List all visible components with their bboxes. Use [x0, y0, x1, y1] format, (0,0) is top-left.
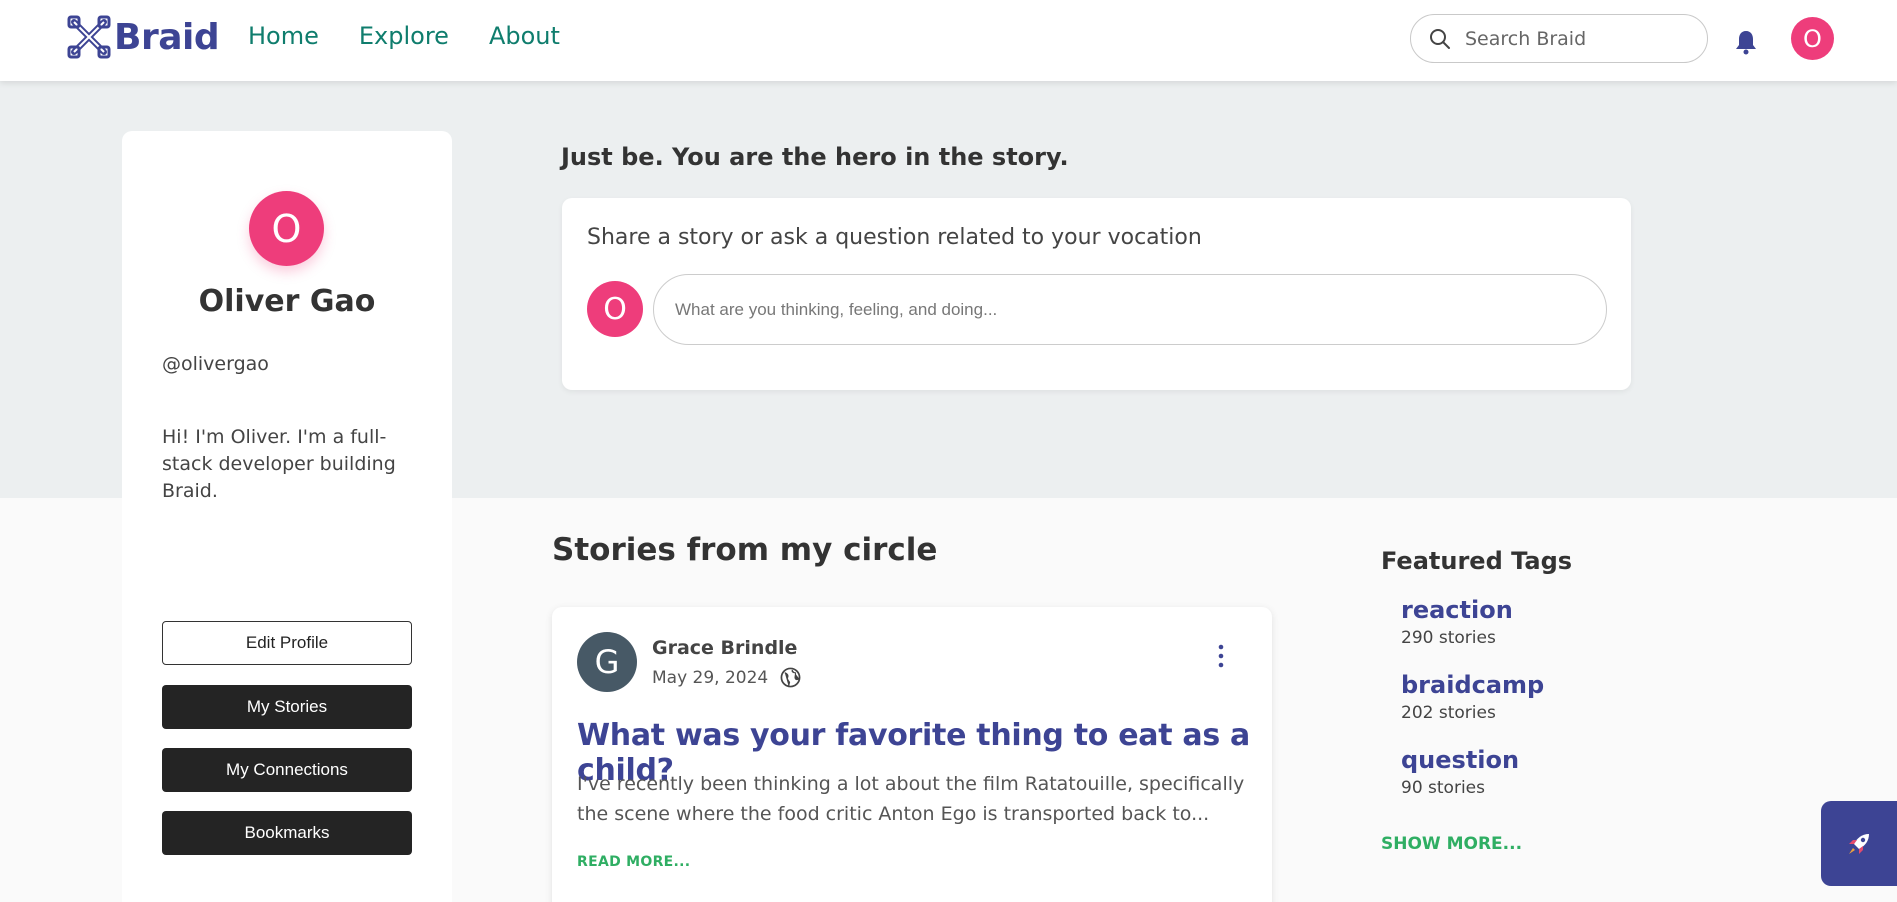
- composer-label: Share a story or ask a question related …: [587, 225, 1202, 250]
- more-options-icon[interactable]: [1216, 643, 1226, 669]
- nav-home-link[interactable]: Home: [248, 22, 319, 50]
- globe-icon: [780, 667, 801, 688]
- tag-link[interactable]: question: [1401, 746, 1519, 774]
- featured-tags-title: Featured Tags: [1381, 547, 1573, 575]
- profile-avatar: O: [249, 191, 324, 266]
- profile-name: Oliver Gao: [198, 284, 376, 319]
- read-more-link[interactable]: READ MORE...: [577, 854, 690, 870]
- composer-avatar: O: [587, 281, 643, 337]
- story-excerpt: I've recently been thinking a lot about …: [577, 773, 1245, 825]
- notification-bell-icon[interactable]: [1734, 29, 1758, 55]
- profile-bio: Hi! I'm Oliver. I'm a full-stack develop…: [162, 426, 396, 502]
- tag-item: braidcamp 202 stories: [1401, 671, 1544, 723]
- logo-text: Braid: [114, 16, 220, 58]
- tag-count: 290 stories: [1401, 628, 1496, 648]
- edit-profile-button[interactable]: Edit Profile: [162, 621, 412, 665]
- search-input[interactable]: [1465, 27, 1685, 50]
- story-meta: May 29, 2024: [652, 667, 801, 688]
- rocket-button[interactable]: [1821, 801, 1897, 886]
- tag-count: 90 stories: [1401, 778, 1485, 798]
- search-box[interactable]: [1410, 14, 1708, 63]
- stories-section-title: Stories from my circle: [552, 532, 938, 568]
- tag-item: reaction 290 stories: [1401, 596, 1513, 648]
- profile-card: O Oliver Gao @olivergao Hi! I'm Oliver. …: [122, 131, 452, 902]
- my-connections-button[interactable]: My Connections: [162, 748, 412, 792]
- story-composer: Share a story or ask a question related …: [562, 198, 1631, 390]
- story-card[interactable]: G Grace Brindle May 29, 2024 What was yo…: [552, 607, 1272, 902]
- tag-link[interactable]: reaction: [1401, 596, 1513, 624]
- user-avatar[interactable]: O: [1791, 17, 1834, 60]
- show-more-tags-link[interactable]: SHOW MORE...: [1381, 834, 1522, 854]
- tag-link[interactable]: braidcamp: [1401, 671, 1544, 699]
- hero-tagline: Just be. You are the hero in the story.: [561, 143, 1069, 171]
- nav-explore-link[interactable]: Explore: [359, 22, 449, 50]
- story-date: May 29, 2024: [652, 667, 769, 688]
- rocket-icon: [1849, 833, 1869, 854]
- nav-about-link[interactable]: About: [489, 22, 560, 50]
- story-author[interactable]: Grace Brindle: [652, 637, 797, 659]
- bookmarks-button[interactable]: Bookmarks: [162, 811, 412, 855]
- author-avatar[interactable]: G: [577, 632, 637, 692]
- braid-logo-icon: [67, 15, 111, 59]
- composer-input[interactable]: [653, 274, 1607, 345]
- my-stories-button[interactable]: My Stories: [162, 685, 412, 729]
- search-icon: [1430, 28, 1450, 49]
- tag-item: question 90 stories: [1401, 746, 1519, 798]
- profile-handle: @olivergao: [162, 353, 269, 375]
- braid-logo[interactable]: Braid: [66, 14, 220, 60]
- main-nav: Home Explore About: [248, 22, 560, 50]
- tag-count: 202 stories: [1401, 703, 1496, 723]
- top-header: Braid Home Explore About O: [0, 0, 1897, 81]
